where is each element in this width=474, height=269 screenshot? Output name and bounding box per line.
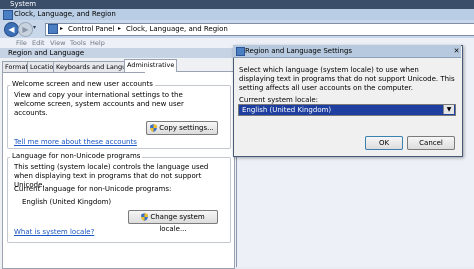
system-title: System <box>10 0 37 8</box>
explorer-title: Clock, Language, and Region <box>14 10 116 18</box>
back-button[interactable]: ◀ <box>4 22 19 37</box>
system-locale-select[interactable]: English (United Kingdom) <box>238 104 456 116</box>
change-system-locale-button[interactable]: Change system locale... <box>128 210 218 233</box>
welcome-group-description: View and copy your international setting… <box>14 91 184 117</box>
region-dialog-title: Region and Language <box>8 49 85 57</box>
address-control-panel-icon <box>48 24 58 34</box>
accounts-help-link[interactable]: Tell me more about these accounts <box>14 138 137 147</box>
breadcrumb-separator-icon: ▸ <box>60 25 64 32</box>
close-icon[interactable]: ✕ <box>452 47 461 55</box>
dropdown-arrow-icon[interactable]: ▼ <box>443 105 454 114</box>
cancel-button[interactable]: Cancel <box>407 136 455 150</box>
menu-tools[interactable]: Tools <box>70 39 86 47</box>
non-unicode-group-title: Language for non-Unicode programs <box>10 152 143 160</box>
menu-help[interactable]: Help <box>90 39 105 47</box>
explorer-title-bar: Clock, Language, and Region <box>0 9 474 20</box>
forward-button[interactable]: ▶ <box>18 22 33 37</box>
current-language-value: English (United Kingdom) <box>22 198 112 206</box>
system-title-bar: System <box>0 0 474 9</box>
copy-settings-label: Copy settings... <box>159 124 214 132</box>
uac-shield-icon <box>141 213 149 221</box>
region-globe-icon <box>236 47 245 56</box>
breadcrumb-chevron-icon: ▸ <box>118 25 122 32</box>
breadcrumb-current[interactable]: Clock, Language, and Region <box>126 25 228 33</box>
control-panel-icon <box>3 10 13 20</box>
settings-dialog-title-bar: Region and Language Settings <box>233 45 461 58</box>
uac-shield-icon <box>150 124 158 132</box>
ok-button[interactable]: OK <box>365 136 403 150</box>
breadcrumb-control-panel[interactable]: Control Panel <box>68 25 114 33</box>
menu-view[interactable]: View <box>50 39 65 47</box>
menu-edit[interactable]: Edit <box>32 39 45 47</box>
welcome-group-title: Welcome screen and new user accounts <box>10 80 155 88</box>
region-dialog-title-bar: Region and Language <box>0 48 236 58</box>
tab-administrative[interactable]: Administrative <box>124 59 178 72</box>
settings-dialog-title: Region and Language Settings <box>245 47 353 55</box>
recent-pages-chevron-icon[interactable]: ▾ <box>33 24 36 31</box>
system-locale-help-link[interactable]: What is system locale? <box>14 228 94 237</box>
menu-file[interactable]: File <box>16 39 27 47</box>
address-bar[interactable]: ▸ Control Panel ▸ Clock, Language, and R… <box>45 23 474 36</box>
copy-settings-button[interactable]: Copy settings... <box>146 121 218 135</box>
settings-dialog-description: Select which language (system locale) to… <box>239 66 455 92</box>
current-language-label: Current language for non-Unicode program… <box>14 185 172 193</box>
system-locale-selected-value: English (United Kingdom) <box>242 106 332 114</box>
